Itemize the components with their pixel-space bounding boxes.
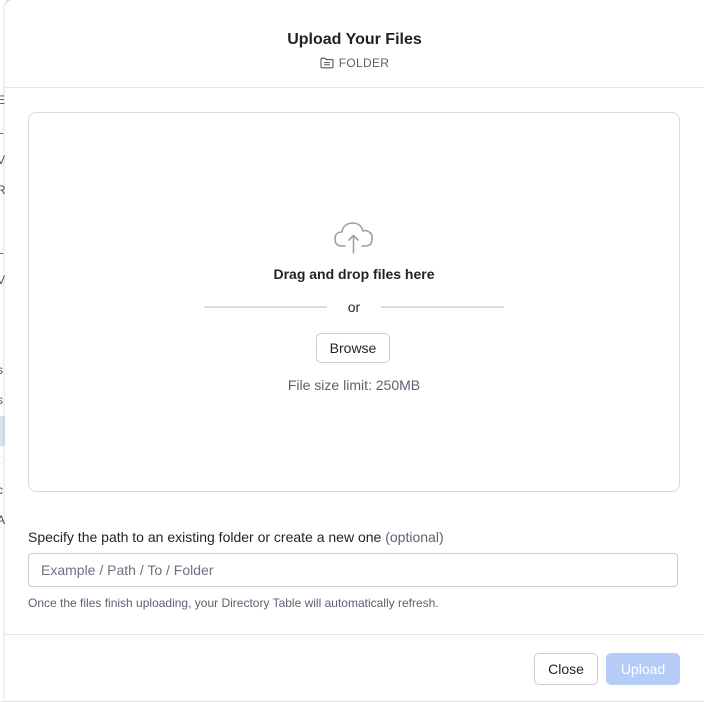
background-text: L [0, 123, 4, 137]
background-text: L [0, 243, 4, 257]
folder-path-input[interactable] [28, 553, 678, 587]
path-label-text: Specify the path to an existing folder o… [28, 529, 381, 545]
optional-label: (optional) [385, 529, 443, 545]
upload-modal: Upload Your Files FOLDER Drag and drop f… [5, 0, 704, 701]
modal-title: Upload Your Files [5, 31, 704, 49]
background-text: c [0, 483, 3, 497]
divider-line [381, 306, 504, 308]
subtitle-label: FOLDER [339, 56, 389, 70]
upload-button[interactable]: Upload [606, 653, 680, 685]
dropzone-title: Drag and drop files here [29, 266, 679, 282]
close-button[interactable]: Close [534, 653, 598, 685]
folder-icon [320, 57, 334, 69]
background-text: s [0, 393, 3, 407]
or-divider: or [204, 299, 504, 315]
modal-header: Upload Your Files FOLDER [5, 0, 704, 88]
path-label: Specify the path to an existing folder o… [28, 529, 444, 545]
modal-subtitle: FOLDER [5, 56, 704, 70]
refresh-hint: Once the files finish uploading, your Di… [28, 596, 439, 610]
file-dropzone[interactable]: Drag and drop files here or Browse File … [28, 112, 680, 492]
modal-footer: Close Upload [5, 634, 704, 702]
background-text: s [0, 363, 3, 377]
cloud-upload-icon [332, 219, 376, 260]
file-size-limit: File size limit: 250MB [29, 377, 679, 393]
browse-button[interactable]: Browse [316, 333, 390, 363]
